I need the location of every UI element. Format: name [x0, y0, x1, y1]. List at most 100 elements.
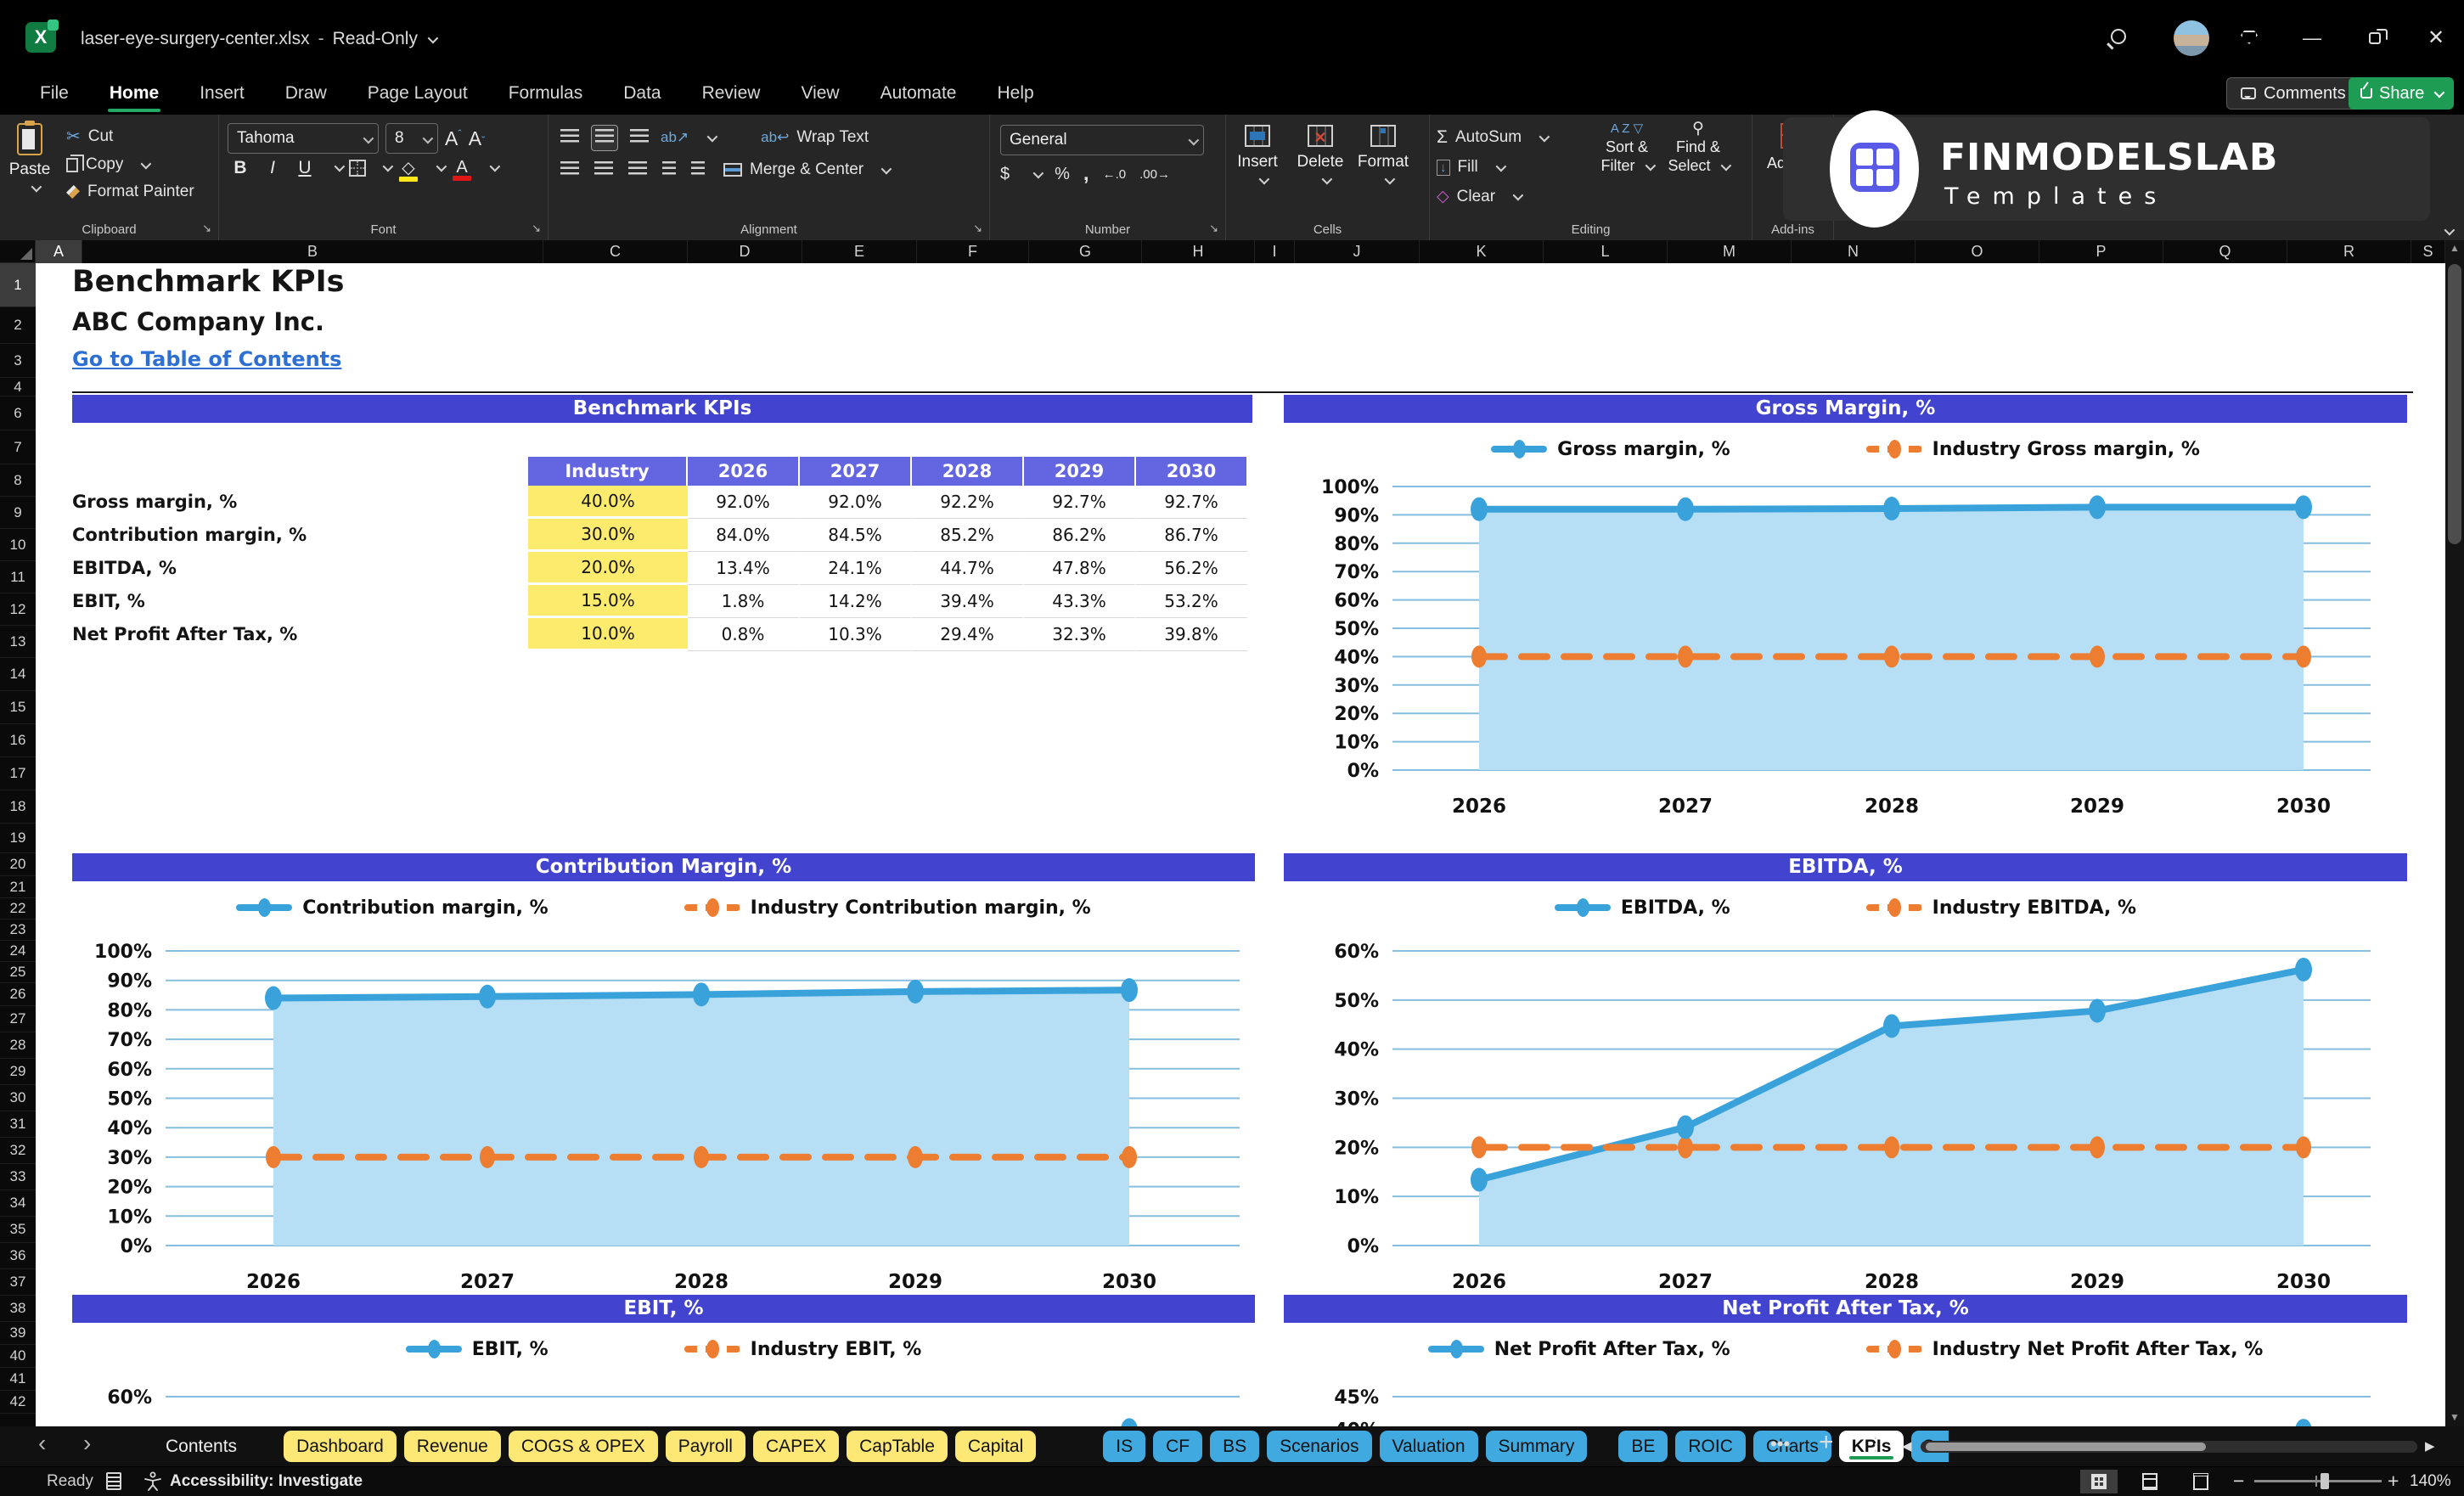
align-center-button[interactable]	[591, 158, 616, 183]
chart-contribution-margin[interactable]: Contribution Margin, % Contribution marg…	[72, 853, 1255, 1316]
premium-button[interactable]	[2235, 24, 2264, 53]
row-header-7[interactable]: 7	[0, 430, 36, 464]
sheet-tab-contents[interactable]: Contents	[157, 1431, 245, 1462]
menu-tab-draw[interactable]: Draw	[284, 80, 329, 107]
chart-gross-margin[interactable]: Gross Margin, % Gross margin, % Industry …	[1284, 395, 2407, 853]
align-middle-button[interactable]	[591, 124, 618, 151]
row-header-13[interactable]: 13	[0, 626, 36, 658]
sheet-tab-bs[interactable]: BS	[1210, 1431, 1260, 1462]
row-header-1[interactable]: 1	[0, 263, 36, 307]
horizontal-scrollbar[interactable]	[1921, 1441, 2417, 1453]
row-header-40[interactable]: 40	[0, 1345, 36, 1368]
chevron-down-icon[interactable]	[489, 160, 501, 172]
italic-button[interactable]: I	[260, 158, 285, 178]
row-header-20[interactable]: 20	[0, 853, 36, 876]
workbook-statistics-icon[interactable]	[106, 1472, 121, 1490]
menu-tab-formulas[interactable]: Formulas	[507, 80, 585, 107]
column-header-K[interactable]: K	[1420, 240, 1544, 263]
normal-view-button[interactable]	[2080, 1470, 2118, 1493]
row-header-42[interactable]: 42	[0, 1391, 36, 1414]
borders-button[interactable]	[349, 159, 366, 177]
format-painter-button[interactable]: Format Painter	[59, 178, 201, 205]
sheet-tab-be[interactable]: BE	[1618, 1431, 1668, 1462]
zoom-out-button[interactable]: −	[2233, 1470, 2244, 1493]
column-header-G[interactable]: G	[1029, 240, 1142, 263]
sheet-tab-valuation[interactable]: Valuation	[1379, 1431, 1478, 1462]
column-header-S[interactable]: S	[2411, 240, 2445, 263]
cut-button[interactable]: ✂ Cut	[59, 121, 201, 151]
row-header-9[interactable]: 9	[0, 497, 36, 529]
font-color-button[interactable]: A	[451, 158, 473, 181]
shrink-font-button[interactable]: Aˆ	[469, 127, 486, 150]
search-button[interactable]	[2104, 24, 2133, 53]
menu-tab-help[interactable]: Help	[995, 80, 1035, 107]
horizontal-scroll-thumb[interactable]	[1926, 1443, 2206, 1451]
column-header-Q[interactable]: Q	[2163, 240, 2287, 263]
sheet-nav-left-icon[interactable]: ‹	[38, 1430, 46, 1457]
sheet-tab-payroll[interactable]: Payroll	[665, 1431, 745, 1462]
sheet-tab-captable[interactable]: CapTable	[847, 1431, 948, 1462]
column-header-N[interactable]: N	[1792, 240, 1916, 263]
dialog-launcher-icon[interactable]: ↘	[202, 222, 211, 235]
column-header-J[interactable]: J	[1295, 240, 1420, 263]
chart-ebitda[interactable]: EBITDA, % EBITDA, % Industry EBITDA, % 60…	[1284, 853, 2407, 1316]
row-header-18[interactable]: 18	[0, 790, 36, 824]
hscroll-right-icon[interactable]: ▶	[2425, 1438, 2435, 1454]
row-header-31[interactable]: 31	[0, 1111, 36, 1138]
row-header-6[interactable]: 6	[0, 396, 36, 430]
sheet-tab-dashboard[interactable]: Dashboard	[284, 1431, 397, 1462]
zoom-slider[interactable]	[2254, 1473, 2382, 1489]
menu-tab-view[interactable]: View	[799, 80, 841, 107]
column-header-F[interactable]: F	[917, 240, 1029, 263]
hscroll-left-icon[interactable]: ◀	[1902, 1438, 1912, 1454]
sheet-tab-is[interactable]: IS	[1103, 1431, 1146, 1462]
new-sheet-button[interactable]: +	[1819, 1428, 1834, 1457]
dialog-launcher-icon[interactable]: ↘	[973, 222, 982, 235]
zoom-level[interactable]: 140%	[2410, 1472, 2451, 1491]
row-header-30[interactable]: 30	[0, 1085, 36, 1111]
row-header-3[interactable]: 3	[0, 344, 36, 378]
zoom-in-button[interactable]: +	[2388, 1470, 2399, 1493]
font-size-select[interactable]: 8	[385, 123, 438, 154]
column-header-H[interactable]: H	[1142, 240, 1255, 263]
row-header-2[interactable]: 2	[0, 307, 36, 344]
row-header-22[interactable]: 22	[0, 898, 36, 920]
column-header-R[interactable]: R	[2287, 240, 2411, 263]
sheet-tab-roic[interactable]: ROIC	[1675, 1431, 1746, 1462]
row-header-12[interactable]: 12	[0, 593, 36, 626]
chart-ebit[interactable]: EBIT, % EBIT, %Industry EBIT, % 60%50%40…	[72, 1295, 1255, 1426]
chevron-down-icon[interactable]	[436, 160, 447, 172]
chevron-down-icon[interactable]	[382, 160, 394, 172]
orientation-button[interactable]: ab↗	[661, 129, 689, 146]
row-header-17[interactable]: 17	[0, 757, 36, 790]
collapse-ribbon-icon[interactable]	[2444, 224, 2456, 236]
row-header-34[interactable]: 34	[0, 1190, 36, 1217]
sheet-tab-capex[interactable]: CAPEX	[752, 1431, 840, 1462]
close-button[interactable]: ✕	[2422, 24, 2450, 53]
find-select-button[interactable]: ⚲ Find & Select	[1662, 121, 1734, 175]
align-right-button[interactable]	[625, 158, 650, 183]
row-header-33[interactable]: 33	[0, 1164, 36, 1190]
accounting-format-button[interactable]: $	[1000, 165, 1010, 184]
scroll-up-icon[interactable]: ▲	[2445, 242, 2464, 254]
row-header-39[interactable]: 39	[0, 1322, 36, 1345]
sheet-nav-right-icon[interactable]: ›	[83, 1430, 91, 1457]
chevron-down-icon[interactable]	[706, 131, 718, 142]
sort-filter-button[interactable]: A Z ▽ Sort & Filter	[1591, 121, 1662, 175]
chart-net-profit-after-tax[interactable]: Net Profit After Tax, % Net Profit After…	[1284, 1295, 2407, 1426]
insert-cells-button[interactable]: Insert	[1226, 121, 1289, 190]
format-cells-button[interactable]: Format	[1352, 121, 1415, 190]
sheet-tab-scenarios[interactable]: Scenarios	[1267, 1431, 1372, 1462]
page-layout-view-button[interactable]	[2131, 1470, 2169, 1493]
toc-link[interactable]: Go to Table of Contents	[72, 347, 341, 371]
row-header-24[interactable]: 24	[0, 941, 36, 962]
percent-style-button[interactable]: %	[1055, 165, 1070, 184]
grow-font-button[interactable]: Aˆ	[445, 127, 462, 150]
more-sheets-button[interactable]: •••	[1770, 1433, 1790, 1455]
increase-indent-button[interactable]	[688, 158, 708, 183]
menu-tab-automate[interactable]: Automate	[879, 80, 959, 107]
decrease-decimal-button[interactable]: .00→	[1139, 167, 1170, 182]
chevron-down-icon[interactable]	[427, 32, 439, 44]
restore-button[interactable]	[2360, 24, 2389, 53]
row-header-41[interactable]: 41	[0, 1368, 36, 1391]
